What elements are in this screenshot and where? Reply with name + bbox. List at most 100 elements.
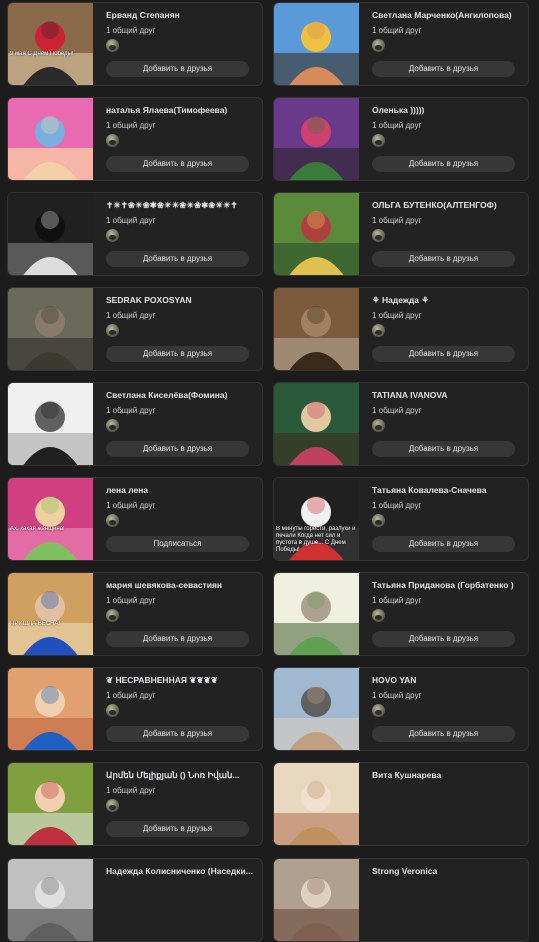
- mutual-friend-avatar[interactable]: [106, 134, 119, 147]
- friend-card[interactable]: Оленька ))))) 1 общий друг Добавить в друз…: [273, 97, 529, 181]
- mutual-friend-avatar[interactable]: [106, 799, 119, 812]
- profile-photo[interactable]: [8, 478, 93, 560]
- add-friend-button[interactable]: Добавить в друзья: [106, 61, 249, 77]
- add-friend-button[interactable]: Добавить в друзья: [106, 821, 249, 837]
- friend-name[interactable]: Светлана Марченко(Ангилопова): [372, 10, 520, 20]
- mutual-friend-avatar[interactable]: [106, 419, 119, 432]
- mutual-friends-count[interactable]: 1 общий друг: [372, 691, 421, 700]
- mutual-friends-count[interactable]: 1 общий друг: [106, 216, 155, 225]
- friend-card[interactable]: Արմեն Մելիքյան () Նոռ Իվան... 1 общий дру…: [7, 762, 263, 846]
- mutual-friends-count[interactable]: 1 общий друг: [372, 406, 421, 415]
- friend-name[interactable]: ✝☀✝❀☀❀✱❀☀☀❀☀❀✱❀☀☀✝: [106, 200, 254, 211]
- friend-card[interactable]: Светлана Киселёва(Фомина) 1 общий друг Доб…: [7, 382, 263, 466]
- mutual-friends-count[interactable]: 1 общий друг: [106, 596, 155, 605]
- mutual-friends-count[interactable]: 1 общий друг: [106, 311, 155, 320]
- mutual-friend-avatar[interactable]: [372, 704, 385, 717]
- add-friend-button[interactable]: Добавить в друзья: [106, 441, 249, 457]
- profile-photo[interactable]: [8, 288, 93, 370]
- friend-name[interactable]: Ерванд Степанян: [106, 10, 254, 20]
- add-friend-button[interactable]: Добавить в друзья: [372, 156, 515, 172]
- add-friend-button[interactable]: Добавить в друзья: [372, 61, 515, 77]
- mutual-friends-count[interactable]: 1 общий друг: [106, 786, 155, 795]
- add-friend-button[interactable]: Добавить в друзья: [372, 251, 515, 267]
- mutual-friends-count[interactable]: 1 общий друг: [372, 216, 421, 225]
- friend-card[interactable]: HOVO YAN 1 общий друг Добавить в друзья: [273, 667, 529, 751]
- profile-photo[interactable]: [8, 763, 93, 845]
- friend-card[interactable]: Strong Veronica: [273, 858, 529, 942]
- friend-card[interactable]: ✝☀✝❀☀❀✱❀☀☀❀☀❀✱❀☀☀✝ 1 общий друг Добавить в…: [7, 192, 263, 276]
- profile-photo[interactable]: [274, 573, 359, 655]
- add-friend-button[interactable]: Добавить в друзья: [372, 346, 515, 362]
- mutual-friend-avatar[interactable]: [372, 134, 385, 147]
- friend-card[interactable]: Надежда Колисниченко (Наседки...: [7, 858, 263, 942]
- mutual-friends-count[interactable]: 1 общий друг: [372, 596, 421, 605]
- friend-card[interactable]: Татьяна Приданова (Горбатенко ) 1 общий д…: [273, 572, 529, 656]
- friend-card[interactable]: ⚘ Надежда ⚘ 1 общий друг Добавить в друзья: [273, 287, 529, 371]
- profile-photo[interactable]: [8, 98, 93, 180]
- profile-photo[interactable]: [274, 859, 359, 941]
- mutual-friend-avatar[interactable]: [372, 609, 385, 622]
- mutual-friends-count[interactable]: 1 общий друг: [372, 121, 421, 130]
- friend-name[interactable]: Strong Veronica: [372, 866, 520, 876]
- mutual-friend-avatar[interactable]: [372, 229, 385, 242]
- friend-card[interactable]: Татьяна Ковалева-Сначева 1 общий друг Доба…: [273, 477, 529, 561]
- mutual-friends-count[interactable]: 1 общий друг: [106, 121, 155, 130]
- profile-photo[interactable]: [8, 383, 93, 465]
- profile-photo[interactable]: [274, 668, 359, 750]
- friend-card[interactable]: TATIANA IVANOVA 1 общий друг Добавить в др…: [273, 382, 529, 466]
- mutual-friend-avatar[interactable]: [372, 514, 385, 527]
- mutual-friends-count[interactable]: 1 общий друг: [372, 26, 421, 35]
- mutual-friend-avatar[interactable]: [106, 514, 119, 527]
- mutual-friends-count[interactable]: 1 общий друг: [106, 406, 155, 415]
- friend-name[interactable]: лена лена: [106, 485, 254, 495]
- add-friend-button[interactable]: Добавить в друзья: [106, 726, 249, 742]
- profile-photo[interactable]: [8, 193, 93, 275]
- add-friend-button[interactable]: Добавить в друзья: [372, 631, 515, 647]
- add-friend-button[interactable]: Добавить в друзья: [106, 156, 249, 172]
- mutual-friends-count[interactable]: 1 общий друг: [106, 501, 155, 510]
- add-friend-button[interactable]: Добавить в друзья: [372, 536, 515, 552]
- add-friend-button[interactable]: Добавить в друзья: [372, 726, 515, 742]
- mutual-friend-avatar[interactable]: [372, 324, 385, 337]
- friend-name[interactable]: Татьяна Ковалева-Сначева: [372, 485, 520, 495]
- subscribe-button[interactable]: Подписаться: [106, 536, 249, 552]
- profile-photo[interactable]: [274, 383, 359, 465]
- friend-name[interactable]: Вита Кушнарева: [372, 770, 520, 780]
- friend-name[interactable]: ⚘ Надежда ⚘: [372, 295, 520, 306]
- mutual-friend-avatar[interactable]: [106, 39, 119, 52]
- mutual-friends-count[interactable]: 1 общий друг: [106, 26, 155, 35]
- mutual-friends-count[interactable]: 1 общий друг: [106, 691, 155, 700]
- mutual-friend-avatar[interactable]: [372, 419, 385, 432]
- friend-card[interactable]: лена лена 1 общий друг Подписаться Ах, кака…: [7, 477, 263, 561]
- friend-name[interactable]: TATIANA IVANOVA: [372, 390, 520, 400]
- profile-photo[interactable]: [8, 668, 93, 750]
- friend-name[interactable]: Արմեն Մելիքյան () Նոռ Իվան...: [106, 770, 254, 781]
- mutual-friend-avatar[interactable]: [106, 324, 119, 337]
- friend-name[interactable]: ❦ НЕСРАВНЕННАЯ ❦❦❦❦: [106, 675, 254, 686]
- profile-photo[interactable]: [8, 3, 93, 85]
- friend-card[interactable]: Ерванд Степанян 1 общий друг Добавить в др…: [7, 2, 263, 86]
- add-friend-button[interactable]: Добавить в друзья: [106, 346, 249, 362]
- friend-card[interactable]: ❦ НЕСРАВНЕННАЯ ❦❦❦❦ 1 общий друг Добавить …: [7, 667, 263, 751]
- friend-name[interactable]: ОЛЬГА БУТЕНКО(АЛТЕНГОФ): [372, 200, 520, 210]
- friend-card[interactable]: Светлана Марченко(Ангилопова) 1 общий дру…: [273, 2, 529, 86]
- profile-photo[interactable]: [274, 3, 359, 85]
- profile-photo[interactable]: [274, 193, 359, 275]
- profile-photo[interactable]: [274, 288, 359, 370]
- profile-photo[interactable]: [274, 763, 359, 845]
- profile-photo[interactable]: [8, 573, 93, 655]
- add-friend-button[interactable]: Добавить в друзья: [106, 631, 249, 647]
- friend-name[interactable]: SEDRAK POXOSYAN: [106, 295, 254, 305]
- mutual-friend-avatar[interactable]: [106, 229, 119, 242]
- profile-photo[interactable]: [8, 859, 93, 941]
- friend-name[interactable]: наталья Ялаева(Тимофеева): [106, 105, 254, 115]
- friend-name[interactable]: Татьяна Приданова (Горбатенко ): [372, 580, 520, 590]
- friend-name[interactable]: Оленька ))))): [372, 105, 520, 115]
- add-friend-button[interactable]: Добавить в друзья: [106, 251, 249, 267]
- friend-card[interactable]: SEDRAK POXOSYAN 1 общий друг Добавить в др…: [7, 287, 263, 371]
- profile-photo[interactable]: [274, 98, 359, 180]
- friend-card[interactable]: мария шевякова-севастиян 1 общий друг Доба…: [7, 572, 263, 656]
- mutual-friend-avatar[interactable]: [106, 609, 119, 622]
- friend-name[interactable]: Надежда Колисниченко (Наседки...: [106, 866, 254, 876]
- mutual-friends-count[interactable]: 1 общий друг: [372, 311, 421, 320]
